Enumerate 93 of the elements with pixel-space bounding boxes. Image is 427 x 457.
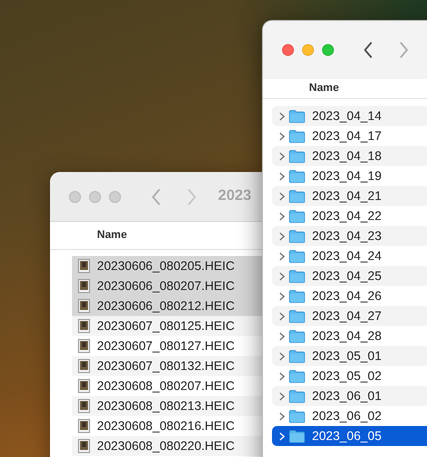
- folder-icon: [289, 190, 305, 202]
- folder-row[interactable]: 2023_04_21: [272, 186, 427, 206]
- folder-row[interactable]: 2023_06_05: [272, 426, 427, 446]
- folder-name: 2023_06_01: [312, 388, 382, 405]
- file-name: 20230606_080205.HEIC: [97, 258, 235, 275]
- folder-icon: [289, 350, 305, 362]
- file-row[interactable]: 20230608_080220.HEIC: [72, 436, 262, 456]
- file-name: 20230607_080125.HEIC: [97, 318, 235, 335]
- file-row[interactable]: 20230608_080213.HEIC: [72, 396, 262, 416]
- file-name: 20230607_080127.HEIC: [97, 338, 235, 355]
- image-file-icon: [78, 299, 90, 313]
- folder-icon: [289, 310, 305, 322]
- folder-name: 2023_05_02: [312, 368, 382, 385]
- image-file-icon: [78, 419, 90, 433]
- disclosure-icon[interactable]: [279, 272, 285, 280]
- column-header[interactable]: Name: [309, 80, 339, 97]
- file-row[interactable]: 20230606_080205.HEIC: [72, 256, 262, 276]
- folder-row[interactable]: 2023_04_18: [272, 146, 427, 166]
- folder-name: 2023_04_28: [312, 328, 382, 345]
- folder-icon: [289, 110, 305, 122]
- folder-name: 2023_04_19: [312, 168, 382, 185]
- disclosure-icon[interactable]: [279, 372, 285, 380]
- folder-icon: [289, 430, 305, 442]
- folder-name: 2023_04_21: [312, 188, 382, 205]
- folder-name: 2023_04_24: [312, 248, 382, 265]
- folder-name: 2023_04_14: [312, 108, 382, 125]
- file-name: 20230606_080212.HEIC: [97, 298, 235, 315]
- folder-icon: [289, 370, 305, 382]
- folder-icon: [289, 390, 305, 402]
- image-file-icon: [78, 379, 90, 393]
- disclosure-icon[interactable]: [279, 332, 285, 340]
- file-name: 20230608_080220.HEIC: [97, 438, 235, 455]
- image-file-icon: [78, 319, 90, 333]
- disclosure-icon[interactable]: [279, 412, 285, 420]
- folder-row[interactable]: 2023_04_27: [272, 306, 427, 326]
- disclosure-icon[interactable]: [279, 392, 285, 400]
- folder-icon: [289, 250, 305, 262]
- file-row[interactable]: 20230607_080125.HEIC: [72, 316, 262, 336]
- folder-name: 2023_05_01: [312, 348, 382, 365]
- disclosure-icon[interactable]: [279, 172, 285, 180]
- file-name: 20230608_080213.HEIC: [97, 398, 235, 415]
- disclosure-icon[interactable]: [279, 252, 285, 260]
- folder-row[interactable]: 2023_05_01: [272, 346, 427, 366]
- folder-icon: [289, 290, 305, 302]
- folder-row[interactable]: 2023_04_25: [272, 266, 427, 286]
- column-header[interactable]: Name: [97, 227, 127, 244]
- file-name: 20230608_080216.HEIC: [97, 418, 235, 435]
- disclosure-icon[interactable]: [279, 292, 285, 300]
- folder-name: 2023_04_22: [312, 208, 382, 225]
- folder-icon: [289, 150, 305, 162]
- folder-name: 2023_04_26: [312, 288, 382, 305]
- folder-row[interactable]: 2023_06_01: [272, 386, 427, 406]
- file-name: 20230607_080132.HEIC: [97, 358, 235, 375]
- folder-name: 2023_06_02: [312, 408, 382, 425]
- file-row[interactable]: 20230607_080132.HEIC: [72, 356, 262, 376]
- file-row[interactable]: 20230606_080212.HEIC: [72, 296, 262, 316]
- zoom-button[interactable]: [322, 44, 334, 56]
- folder-icon: [289, 170, 305, 182]
- disclosure-icon[interactable]: [279, 152, 285, 160]
- folder-name: 2023_04_17: [312, 128, 382, 145]
- minimize-button[interactable]: [302, 44, 314, 56]
- folder-name: 2023_06_05: [312, 428, 382, 445]
- window-title: 2023: [218, 186, 252, 206]
- folder-name: 2023_04_25: [312, 268, 382, 285]
- folder-icon: [289, 330, 305, 342]
- image-file-icon: [78, 339, 90, 353]
- image-file-icon: [78, 399, 90, 413]
- disclosure-icon[interactable]: [279, 312, 285, 320]
- disclosure-icon[interactable]: [279, 112, 285, 120]
- folder-icon: [289, 130, 305, 142]
- disclosure-icon[interactable]: [279, 352, 285, 360]
- close-button[interactable]: [282, 44, 294, 56]
- disclosure-icon[interactable]: [279, 212, 285, 220]
- file-name: 20230608_080207.HEIC: [97, 378, 235, 395]
- disclosure-icon[interactable]: [279, 192, 285, 200]
- back-button[interactable]: [363, 42, 373, 58]
- folder-icon: [289, 230, 305, 242]
- folder-icon: [289, 410, 305, 422]
- folder-name: 2023_04_18: [312, 148, 382, 165]
- image-file-icon: [78, 439, 90, 453]
- folder-row[interactable]: 2023_04_14: [272, 106, 427, 126]
- image-file-icon: [78, 259, 90, 273]
- file-name: 20230606_080207.HEIC: [97, 278, 235, 295]
- disclosure-icon[interactable]: [279, 232, 285, 240]
- image-file-icon: [78, 279, 90, 293]
- image-file-icon: [78, 359, 90, 373]
- folder-icon: [289, 210, 305, 222]
- folder-icon: [289, 270, 305, 282]
- folder-name: 2023_04_27: [312, 308, 382, 325]
- folder-name: 2023_04_23: [312, 228, 382, 245]
- file-row[interactable]: 20230606_080207.HEIC: [72, 276, 262, 296]
- disclosure-icon[interactable]: [279, 132, 285, 140]
- folder-row[interactable]: 2023_04_23: [272, 226, 427, 246]
